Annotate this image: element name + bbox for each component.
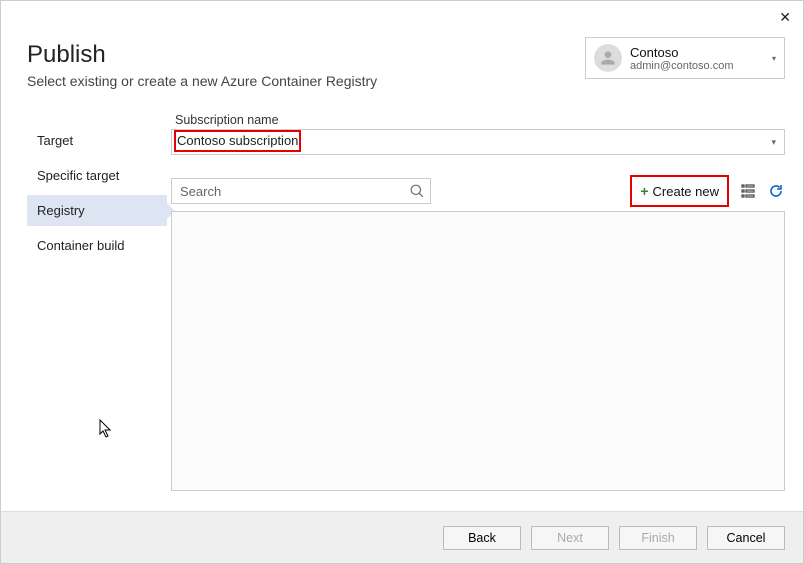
cursor-icon [99,419,115,439]
step-target[interactable]: Target [27,125,167,156]
step-specific-target[interactable]: Specific target [27,160,167,191]
search-placeholder: Search [180,184,221,199]
footer: Back Next Finish Cancel [1,511,803,563]
plus-icon: + [640,183,648,199]
step-label: Specific target [37,168,119,183]
subscription-value: Contoso subscription [177,133,298,148]
search-input[interactable]: Search [171,178,431,204]
step-label: Registry [37,203,85,218]
subscription-select[interactable]: Contoso subscription ▾ [171,129,785,155]
page-title: Publish [27,41,785,69]
registry-list[interactable] [171,211,785,491]
next-button: Next [531,526,609,550]
create-new-label: Create new [653,184,719,199]
close-icon[interactable]: ✕ [779,9,791,26]
wizard-steps: Target Specific target Registry Containe… [27,125,167,265]
chevron-down-icon: ▾ [771,137,776,148]
highlight-box: + Create new [630,175,729,207]
search-icon [410,184,424,198]
step-registry[interactable]: Registry [27,195,167,226]
create-new-button[interactable]: + Create new [634,179,725,203]
finish-button: Finish [619,526,697,550]
view-options-icon[interactable] [739,182,757,200]
step-label: Target [37,133,73,148]
subscription-label: Subscription name [175,113,785,127]
step-label: Container build [37,238,124,253]
refresh-icon[interactable] [767,182,785,200]
step-container-build[interactable]: Container build [27,230,167,261]
cancel-button[interactable]: Cancel [707,526,785,550]
page-subtitle: Select existing or create a new Azure Co… [27,73,785,89]
back-button[interactable]: Back [443,526,521,550]
highlight-box: Contoso subscription [174,130,301,152]
